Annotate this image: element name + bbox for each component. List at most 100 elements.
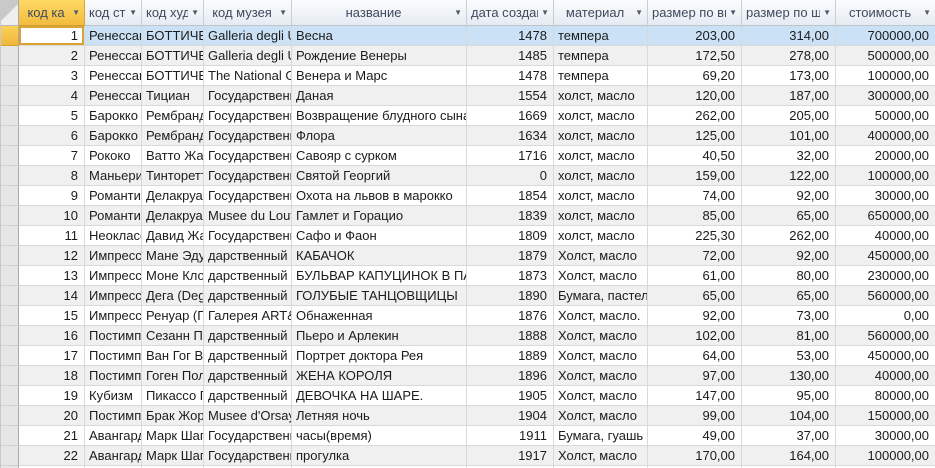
- cell-material[interactable]: холст, масло: [554, 126, 648, 146]
- filter-dropdown-icon[interactable]: ▼: [820, 9, 833, 17]
- cell-year[interactable]: 0: [467, 166, 554, 186]
- cell-id[interactable]: 12: [19, 246, 85, 266]
- cell-artist[interactable]: Сезанн Поль: [142, 326, 204, 346]
- column-header-price[interactable]: стоимость▼: [836, 0, 935, 26]
- cell-size_h[interactable]: 172,50: [648, 46, 742, 66]
- cell-id[interactable]: 6: [19, 126, 85, 146]
- cell-museum[interactable]: дарственный: [204, 286, 292, 306]
- cell-material[interactable]: Холст, масло: [554, 346, 648, 366]
- cell-size_w[interactable]: 92,00: [742, 186, 836, 206]
- cell-size_h[interactable]: 159,00: [648, 166, 742, 186]
- cell-price[interactable]: 500000,00: [836, 46, 935, 66]
- filter-dropdown-icon[interactable]: ▼: [451, 9, 464, 17]
- row-selector[interactable]: [1, 86, 19, 106]
- row-selector[interactable]: [1, 246, 19, 266]
- cell-title[interactable]: Обнаженная: [292, 306, 467, 326]
- cell-year[interactable]: 1904: [467, 406, 554, 426]
- cell-style[interactable]: Кубизм: [85, 386, 142, 406]
- cell-size_h[interactable]: 147,00: [648, 386, 742, 406]
- cell-year[interactable]: 1839: [467, 206, 554, 226]
- cell-artist[interactable]: Пикассо Пабло: [142, 386, 204, 406]
- cell-id[interactable]: 16: [19, 326, 85, 346]
- cell-material[interactable]: темпера: [554, 26, 648, 46]
- filter-dropdown-icon[interactable]: ▼: [276, 9, 289, 17]
- cell-size_w[interactable]: 164,00: [742, 446, 836, 466]
- cell-size_w[interactable]: 122,00: [742, 166, 836, 186]
- cell-title[interactable]: Весна: [292, 26, 467, 46]
- cell-title[interactable]: Флора: [292, 126, 467, 146]
- cell-artist[interactable]: Марк Шагал: [142, 446, 204, 466]
- cell-museum[interactable]: Государственный: [204, 126, 292, 146]
- cell-price[interactable]: 560000,00: [836, 326, 935, 346]
- cell-style[interactable]: Постимпрессионизм: [85, 346, 142, 366]
- column-header-title[interactable]: название▼: [292, 0, 467, 26]
- cell-price[interactable]: 560000,00: [836, 286, 935, 306]
- cell-style[interactable]: Барокко: [85, 126, 142, 146]
- cell-artist[interactable]: Мане Эдуард: [142, 246, 204, 266]
- column-header-size_w[interactable]: размер по ширине▼: [742, 0, 836, 26]
- cell-id[interactable]: 11: [19, 226, 85, 246]
- cell-style[interactable]: Импрессионизм: [85, 246, 142, 266]
- cell-style[interactable]: Ренессанс: [85, 86, 142, 106]
- cell-material[interactable]: Холст, масло: [554, 386, 648, 406]
- cell-artist[interactable]: Тинторетто: [142, 166, 204, 186]
- cell-museum[interactable]: Государственный: [204, 226, 292, 246]
- cell-size_w[interactable]: 73,00: [742, 306, 836, 326]
- cell-artist[interactable]: Делакруа: [142, 206, 204, 226]
- cell-artist[interactable]: Тициан: [142, 86, 204, 106]
- cell-size_h[interactable]: 262,00: [648, 106, 742, 126]
- cell-museum[interactable]: дарственный: [204, 246, 292, 266]
- cell-artist[interactable]: Ван Гог Винсент: [142, 346, 204, 366]
- cell-id[interactable]: 20: [19, 406, 85, 426]
- cell-style[interactable]: Романтизм: [85, 206, 142, 226]
- column-header-style[interactable]: код ст▼: [85, 0, 142, 26]
- cell-artist[interactable]: Дега (Degas): [142, 286, 204, 306]
- cell-price[interactable]: 100000,00: [836, 66, 935, 86]
- cell-size_h[interactable]: 120,00: [648, 86, 742, 106]
- cell-material[interactable]: Холст, масло: [554, 406, 648, 426]
- cell-price[interactable]: 100000,00: [836, 166, 935, 186]
- cell-artist[interactable]: Марк Шагал: [142, 426, 204, 446]
- cell-style[interactable]: Романтизм: [85, 186, 142, 206]
- cell-year[interactable]: 1879: [467, 246, 554, 266]
- cell-id[interactable]: 17: [19, 346, 85, 366]
- cell-title[interactable]: Венера и Марс: [292, 66, 467, 86]
- cell-artist[interactable]: Рембрандт: [142, 126, 204, 146]
- cell-size_h[interactable]: 61,00: [648, 266, 742, 286]
- cell-id[interactable]: 1: [19, 26, 85, 46]
- cell-price[interactable]: 100000,00: [836, 446, 935, 466]
- cell-title[interactable]: Святой Георгий: [292, 166, 467, 186]
- cell-material[interactable]: холст, масло: [554, 106, 648, 126]
- cell-size_w[interactable]: 173,00: [742, 66, 836, 86]
- cell-price[interactable]: 30000,00: [836, 186, 935, 206]
- cell-size_h[interactable]: 170,00: [648, 446, 742, 466]
- row-selector[interactable]: [1, 126, 19, 146]
- cell-price[interactable]: 450000,00: [836, 346, 935, 366]
- cell-material[interactable]: Холст, масло.: [554, 306, 648, 326]
- cell-id[interactable]: 19: [19, 386, 85, 406]
- cell-title[interactable]: Летняя ночь: [292, 406, 467, 426]
- row-selector[interactable]: [1, 226, 19, 246]
- cell-museum[interactable]: Государственный: [204, 166, 292, 186]
- cell-size_w[interactable]: 92,00: [742, 246, 836, 266]
- filter-dropdown-icon[interactable]: ▼: [188, 9, 201, 17]
- cell-size_w[interactable]: 278,00: [742, 46, 836, 66]
- cell-material[interactable]: Холст, масло: [554, 326, 648, 346]
- row-selector[interactable]: [1, 346, 19, 366]
- cell-museum[interactable]: Galleria degli Uffizi: [204, 26, 292, 46]
- cell-title[interactable]: Возвращение блудного сына: [292, 106, 467, 126]
- filter-dropdown-icon[interactable]: ▼: [726, 9, 739, 17]
- cell-size_w[interactable]: 32,00: [742, 146, 836, 166]
- cell-size_h[interactable]: 92,00: [648, 306, 742, 326]
- cell-museum[interactable]: дарственный: [204, 366, 292, 386]
- cell-artist[interactable]: БОТТИЧЕЛЛИ: [142, 66, 204, 86]
- row-selector[interactable]: [1, 406, 19, 426]
- cell-id[interactable]: 15: [19, 306, 85, 326]
- cell-price[interactable]: 300000,00: [836, 86, 935, 106]
- cell-material[interactable]: темпера: [554, 66, 648, 86]
- cell-title[interactable]: ДЕВОЧКА НА ШАРЕ.: [292, 386, 467, 406]
- cell-price[interactable]: 0,00: [836, 306, 935, 326]
- cell-year[interactable]: 1854: [467, 186, 554, 206]
- cell-size_h[interactable]: 97,00: [648, 366, 742, 386]
- cell-size_w[interactable]: 65,00: [742, 286, 836, 306]
